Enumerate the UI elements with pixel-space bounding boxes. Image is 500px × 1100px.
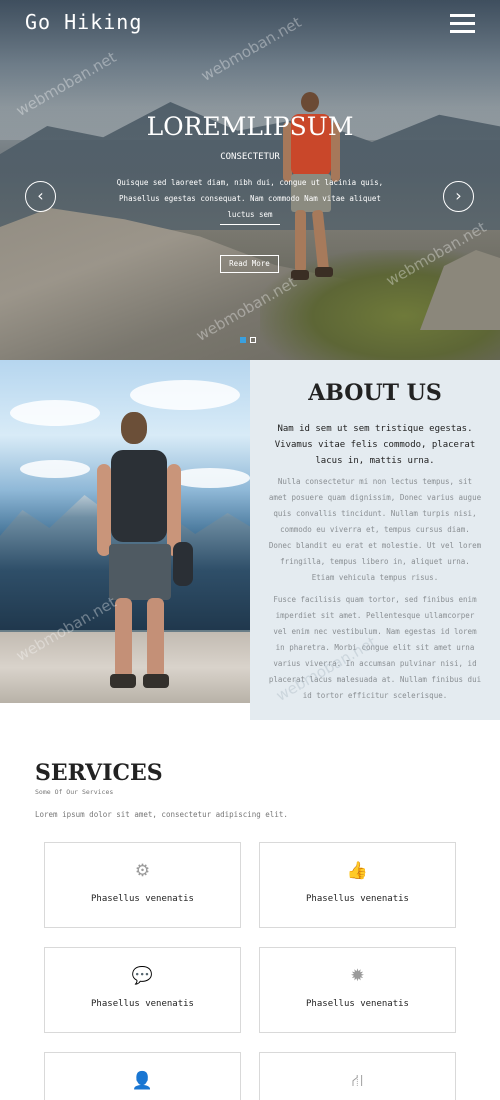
user-icon: 👤 (131, 1071, 154, 1091)
hamburger-menu-icon[interactable] (450, 14, 475, 34)
hero-subtitle: CONSECTETUR (220, 152, 280, 162)
service-card-label: Phasellus venenatis (306, 999, 409, 1009)
slider-dot-2[interactable] (250, 337, 256, 343)
services-title: SERVICES (35, 760, 163, 786)
service-card-label: Phasellus venenatis (91, 894, 194, 904)
slider-dot-1[interactable] (240, 337, 246, 343)
brand-logo[interactable]: Go Hiking (25, 10, 142, 34)
service-card-label: Phasellus venenatis (306, 894, 409, 904)
service-card-label: Phasellus venenatis (91, 999, 194, 1009)
read-more-button[interactable]: Read More (220, 255, 279, 273)
about-hiker-image (95, 412, 193, 697)
service-card[interactable]: 👤 (44, 1052, 241, 1100)
slider-dots (240, 328, 260, 343)
about-lead: Nam id sem ut sem tristique egestas. Viv… (274, 424, 476, 466)
about-paragraph-2: Fusce facilisis quam tortor, sed finibus… (268, 595, 482, 700)
comments-icon: 💬 (131, 966, 154, 986)
service-card[interactable]: ⚙ Phasellus venenatis (44, 842, 241, 928)
chevron-right-icon[interactable]: › (443, 181, 474, 212)
chevron-left-icon[interactable]: ‹ (25, 181, 56, 212)
services-subtitle: Some Of Our Services (35, 788, 114, 796)
service-card[interactable]: 💬 Phasellus venenatis (44, 947, 241, 1033)
about-paragraph-1: Nulla consectetur mi non lectus tempus, … (268, 477, 482, 582)
certificate-icon: ✹ (350, 966, 365, 986)
hero-divider (220, 224, 280, 225)
service-card[interactable]: ✹ Phasellus venenatis (259, 947, 456, 1033)
services-text: Lorem ipsum dolor sit amet, consectetur … (35, 810, 288, 819)
about-section: ABOUT US Nam id sem ut sem tristique ege… (250, 360, 500, 720)
hero-title: LOREMLIPSUM (146, 112, 354, 141)
hero-text: Quisque sed laoreet diam, nibh dui, cong… (116, 178, 384, 219)
hero-slider: Go Hiking LOREMLIPSUM CONSECTETUR Quisqu… (0, 0, 500, 360)
service-card[interactable]: 👍 Phasellus venenatis (259, 842, 456, 928)
road-icon: ⛙ (351, 1071, 364, 1091)
about-title: ABOUT US (308, 380, 442, 406)
thumbs-up-icon: 👍 (346, 861, 369, 881)
service-card[interactable]: ⛙ (259, 1052, 456, 1100)
gears-icon: ⚙ (134, 861, 151, 881)
